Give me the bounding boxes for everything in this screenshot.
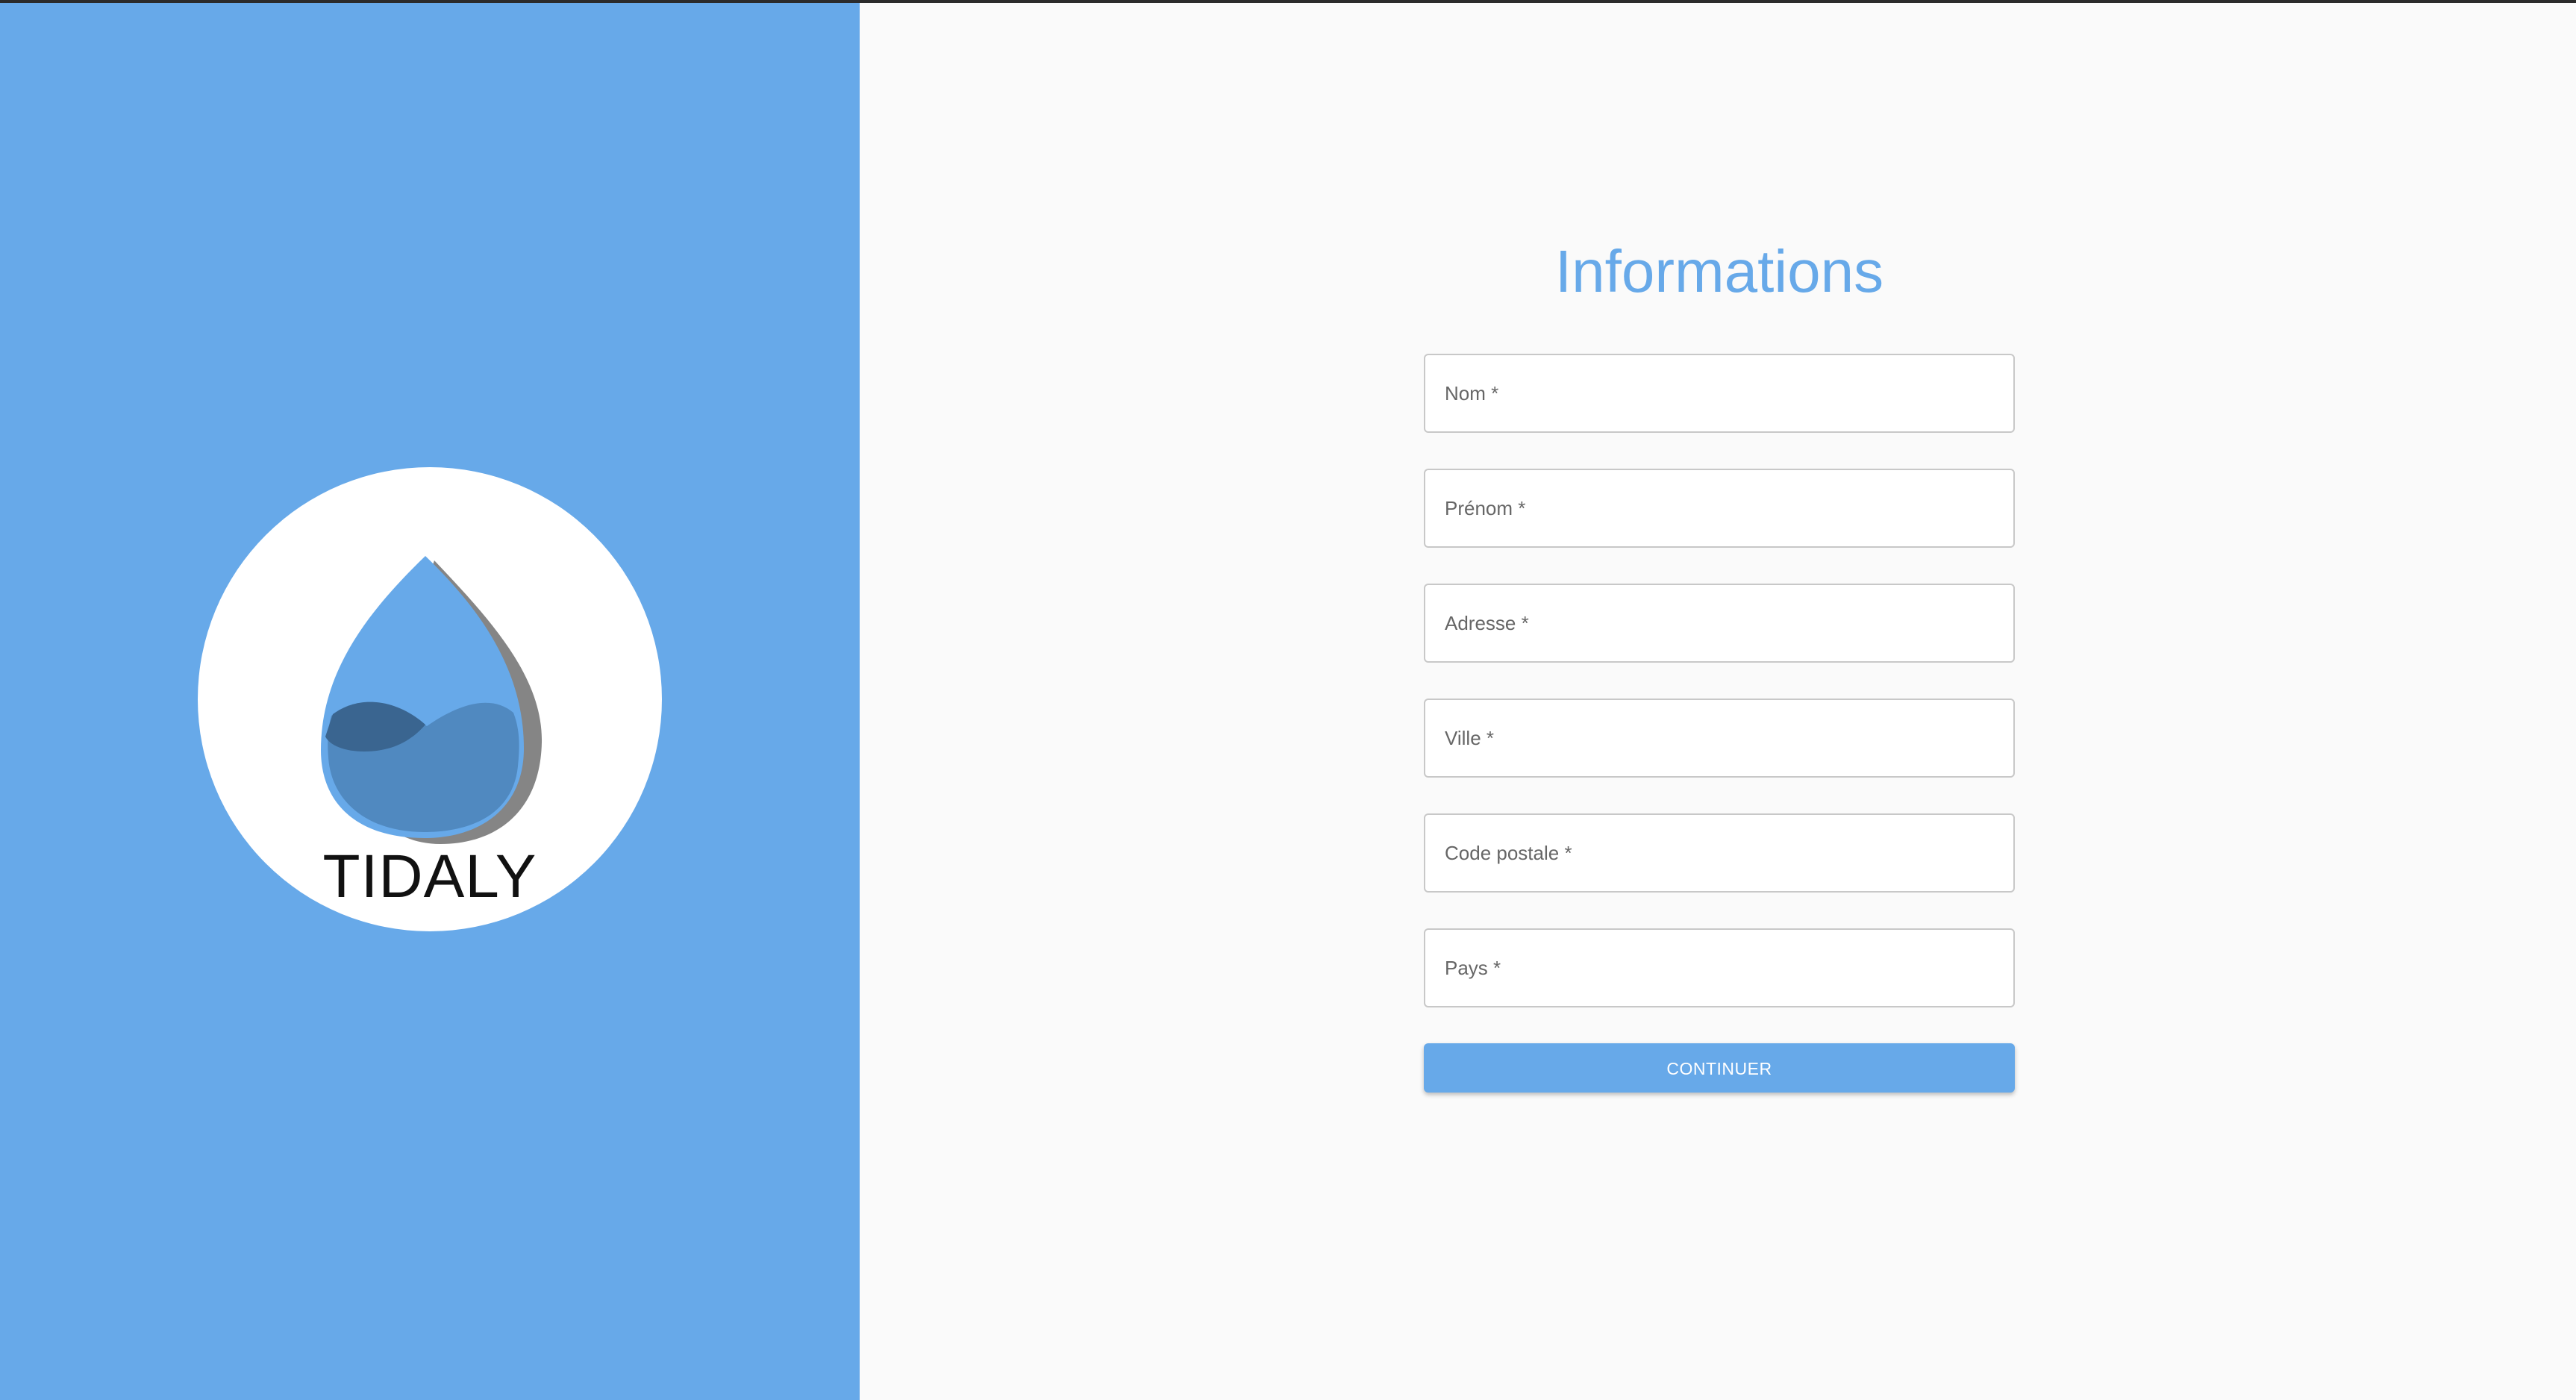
pays-field[interactable]: Pays * <box>1424 928 2015 1007</box>
continue-button[interactable]: CONTINUER <box>1424 1043 2015 1093</box>
adresse-input[interactable] <box>1425 585 2013 661</box>
nom-field[interactable]: Nom * <box>1424 354 2015 433</box>
window-top-border <box>0 0 2576 3</box>
nom-input[interactable] <box>1425 355 2013 431</box>
page-title: Informations <box>1554 238 1884 304</box>
adresse-field[interactable]: Adresse * <box>1424 584 2015 663</box>
prenom-input[interactable] <box>1425 470 2013 546</box>
logo-text: TIDALY <box>322 843 537 910</box>
ville-input[interactable] <box>1425 700 2013 776</box>
ville-field[interactable]: Ville * <box>1424 699 2015 778</box>
pays-input[interactable] <box>1425 930 2013 1006</box>
code-postale-field[interactable]: Code postale * <box>1424 813 2015 893</box>
prenom-field[interactable]: Prénom * <box>1424 469 2015 548</box>
code-postale-input[interactable] <box>1425 815 2013 891</box>
water-drop-logo-icon <box>321 556 543 844</box>
